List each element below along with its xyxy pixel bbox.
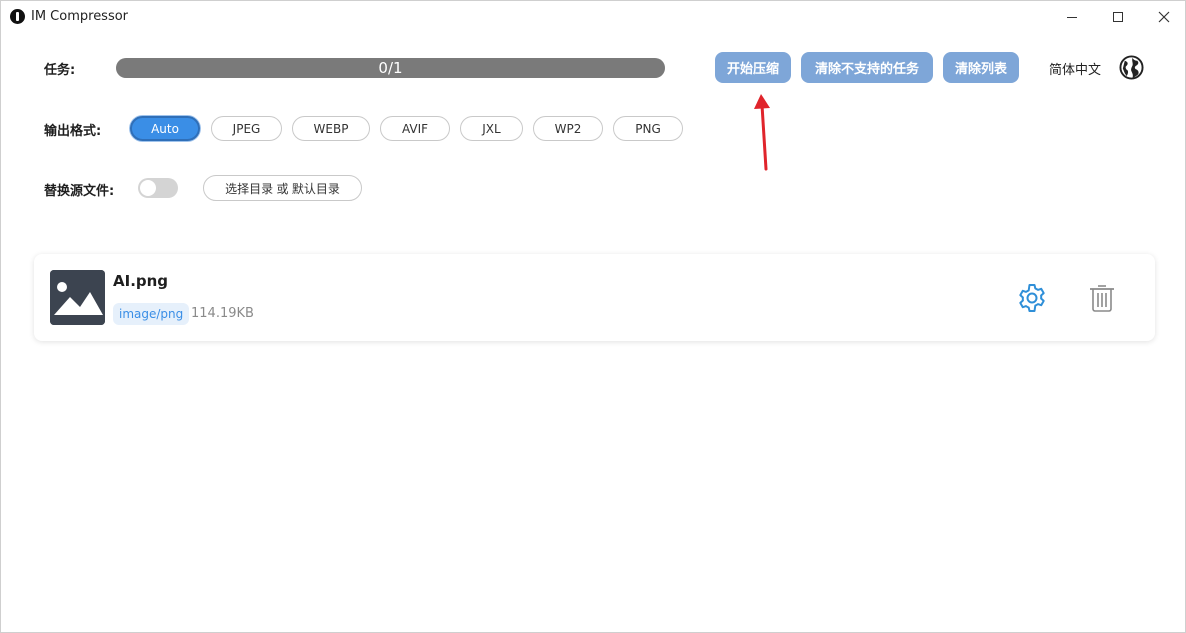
trash-icon[interactable] [1088, 283, 1116, 313]
toggle-knob [140, 180, 156, 196]
format-chip-wp2[interactable]: WP2 [533, 116, 603, 141]
globe-icon[interactable] [1119, 55, 1144, 80]
file-size: 114.19KB [191, 306, 254, 321]
mime-type-badge: image/png [113, 303, 190, 325]
file-name: AI.png [113, 272, 169, 290]
app-logo-icon [10, 9, 25, 24]
task-label: 任务: [44, 63, 76, 78]
image-thumbnail-icon [50, 270, 105, 325]
replace-source-toggle[interactable] [138, 178, 178, 198]
app-window: IM Compressor 任务: 0/1 开始压缩 清除不支持的任务 清除列表… [0, 0, 1186, 633]
task-progress-bar: 0/1 [116, 58, 665, 78]
clear-unsupported-button[interactable]: 清除不支持的任务 [801, 52, 933, 83]
select-directory-button[interactable]: 选择目录 或 默认目录 [203, 175, 362, 201]
format-chip-webp[interactable]: WEBP [292, 116, 370, 141]
annotation-arrow-icon [754, 94, 770, 171]
gear-icon[interactable] [1016, 282, 1048, 314]
clear-list-button[interactable]: 清除列表 [943, 52, 1019, 83]
maximize-icon [1113, 12, 1123, 22]
replace-source-label: 替换源文件: [44, 184, 115, 199]
minimize-icon [1067, 16, 1077, 18]
close-icon [1158, 11, 1170, 23]
format-chip-jxl[interactable]: JXL [460, 116, 523, 141]
format-chip-png[interactable]: PNG [613, 116, 683, 141]
file-list-item: AI.png image/png 114.19KB [34, 254, 1155, 341]
format-chip-avif[interactable]: AVIF [380, 116, 450, 141]
progress-text: 0/1 [378, 59, 403, 77]
format-chip-auto[interactable]: Auto [130, 116, 200, 141]
title-bar[interactable]: IM Compressor [1, 1, 1185, 33]
maximize-button[interactable] [1095, 1, 1141, 33]
minimize-button[interactable] [1049, 1, 1095, 33]
close-button[interactable] [1141, 1, 1186, 33]
format-chip-jpeg[interactable]: JPEG [211, 116, 282, 141]
window-title: IM Compressor [31, 9, 129, 24]
start-compress-button[interactable]: 开始压缩 [715, 52, 791, 83]
language-selector[interactable]: 简体中文 [1049, 59, 1101, 78]
output-format-label: 输出格式: [44, 124, 102, 139]
